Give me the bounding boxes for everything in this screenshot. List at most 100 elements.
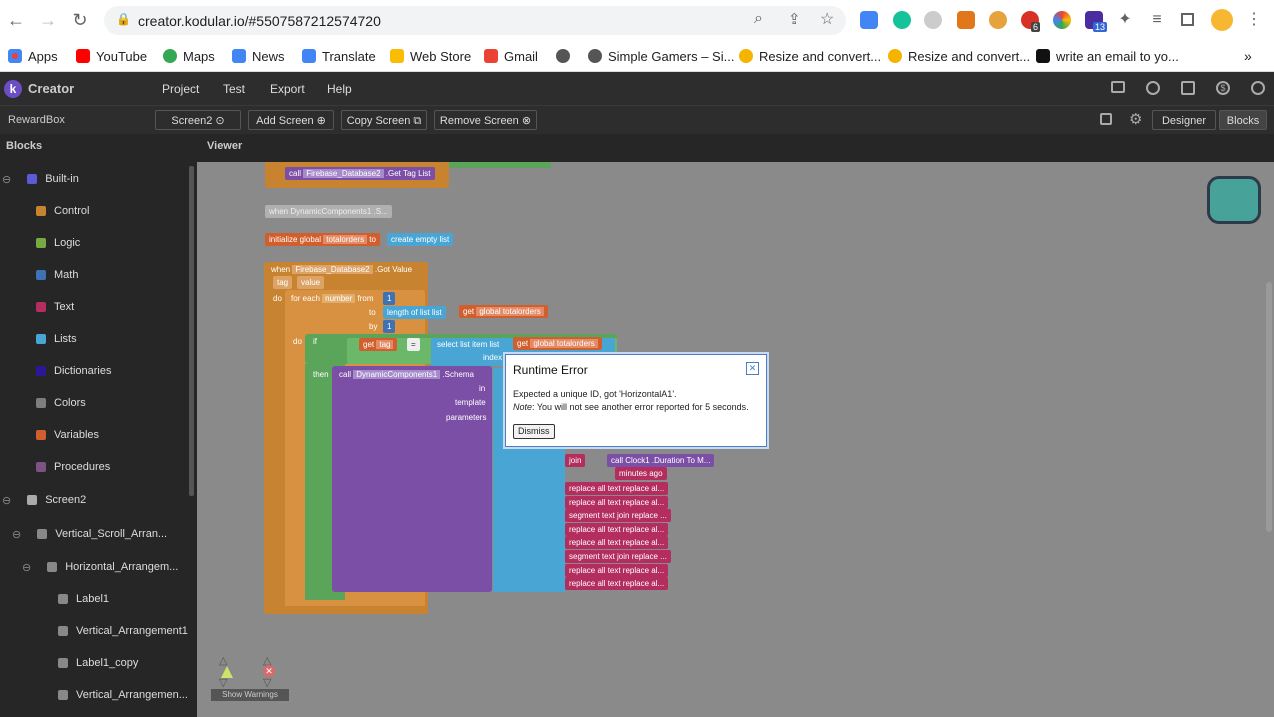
forward-icon[interactable]: → [36, 8, 60, 32]
bookmark-gmail[interactable]: Gmail [484, 46, 538, 66]
tree-item-text[interactable]: Text [36, 298, 74, 316]
eq-operator[interactable]: = [407, 338, 420, 351]
length-of-list-block[interactable]: length of list list [383, 306, 446, 319]
collapse-icon[interactable]: ⊖ [2, 173, 11, 186]
text-operation-block[interactable]: segment text join replace ... [565, 550, 671, 563]
sidepanel-icon[interactable] [1181, 13, 1194, 26]
param-value[interactable]: value [297, 276, 325, 289]
param-tag[interactable]: tag [273, 276, 293, 289]
clock-call-block[interactable]: call Clock1 .Duration To M... [607, 454, 715, 467]
settings-gear-icon[interactable]: ⚙ [1129, 110, 1142, 128]
tree-component[interactable]: Vertical_Arrangemen... [58, 686, 188, 704]
tree-component[interactable]: Vertical_Arrangement1 [58, 622, 188, 640]
join-block[interactable]: join [565, 454, 586, 467]
initialize-global-block[interactable]: initialize global totalorders to [265, 233, 380, 246]
create-empty-list-block[interactable]: create empty list [387, 233, 454, 246]
tree-component[interactable]: Label1_copy [58, 654, 138, 672]
copy-screen-button[interactable]: Copy Screen ⧉ [341, 110, 427, 130]
screen-select[interactable]: Screen2 ⊙ [155, 110, 241, 130]
tree-screen2[interactable]: ⊖ Screen2 [2, 491, 86, 509]
warning-up-icon[interactable]: △ [219, 654, 227, 667]
add-screen-button[interactable]: Add Screen ⊕ [248, 110, 334, 130]
reading-list-icon[interactable]: ≡ [1145, 8, 1169, 32]
tree-item-math[interactable]: Math [36, 266, 78, 284]
dismiss-button[interactable]: Dismiss [513, 424, 555, 439]
zoom-icon[interactable]: ⌕ [754, 10, 763, 28]
palette-icon[interactable] [1146, 81, 1160, 95]
bookmark-email[interactable]: write an email to yo... [1036, 46, 1179, 66]
warning-down-icon[interactable]: ▽ [219, 676, 227, 689]
menu-test[interactable]: Test [223, 82, 245, 96]
error-down-icon[interactable]: ▽ [263, 676, 271, 689]
number-block[interactable]: 1 [383, 320, 396, 333]
disabled-when-block[interactable]: when DynamicComponents1 .S... [265, 205, 392, 218]
text-operation-block[interactable]: replace all text replace al... [565, 495, 669, 509]
collapse-icon[interactable]: ⊖ [2, 494, 11, 507]
tree-item-dictionaries[interactable]: Dictionaries [36, 362, 111, 380]
number-block[interactable]: 1 [383, 292, 396, 305]
account-icon[interactable] [1251, 81, 1265, 95]
tree-component[interactable]: Label1 [58, 590, 109, 608]
show-warnings-button[interactable]: Show Warnings [211, 689, 289, 701]
grammarly-ext-icon[interactable] [893, 11, 911, 29]
back-icon[interactable]: ← [4, 8, 28, 32]
tree-component[interactable]: ⊖ Vertical_Scroll_Arran... [12, 525, 167, 543]
copy-icon[interactable] [1100, 113, 1112, 125]
minutes-ago-text[interactable]: minutes ago [615, 467, 667, 480]
tree-item-colors[interactable]: Colors [36, 394, 86, 412]
bookmark-webstore[interactable]: Web Store [390, 46, 471, 66]
get-global-block[interactable]: get global totalorders [513, 337, 602, 350]
tree-builtin[interactable]: ⊖ Built-in [2, 170, 79, 188]
tree-item-lists[interactable]: Lists [36, 330, 77, 348]
bookmark-translate[interactable]: Translate [302, 46, 376, 66]
tree-component[interactable]: ⊖ Horizontal_Arrangem... [22, 558, 178, 576]
bookmark-globe[interactable] [556, 46, 570, 66]
menu-project[interactable]: Project [162, 82, 199, 96]
folder-icon[interactable] [1111, 81, 1125, 93]
menu-export[interactable]: Export [270, 82, 305, 96]
text-operation-block[interactable]: replace all text replace al... [565, 563, 669, 577]
text-operation-block[interactable]: segment text join replace ... [565, 509, 671, 523]
text-operation-block[interactable]: replace all text replace al... [565, 536, 669, 550]
color-ext-icon[interactable] [1053, 11, 1071, 29]
star-icon[interactable]: ☆ [820, 9, 834, 29]
sidebar-scrollbar[interactable] [189, 166, 194, 496]
reload-icon[interactable]: ↻ [68, 8, 92, 32]
puzzle-icon[interactable]: ✦ [1113, 8, 1137, 32]
kodular-logo[interactable]: k [4, 80, 22, 98]
bookmark-simplegamers[interactable]: Simple Gamers – Si... [588, 46, 734, 66]
translate-ext-icon[interactable] [860, 11, 878, 29]
address-bar[interactable]: 🔒 creator.kodular.io/#5507587212574720 ⌕… [104, 6, 846, 35]
tree-item-variables[interactable]: Variables [36, 426, 99, 444]
menu-kebab-icon[interactable]: ⋮ [1242, 8, 1266, 32]
designer-button[interactable]: Designer [1152, 110, 1216, 130]
bookmark-news[interactable]: News [232, 46, 285, 66]
collapse-icon[interactable]: ⊖ [12, 528, 21, 541]
text-operation-block[interactable]: replace all text replace al... [565, 482, 669, 495]
remove-screen-button[interactable]: Remove Screen ⊗ [434, 110, 537, 130]
text-operation-block[interactable]: replace all text replace al... [565, 577, 669, 591]
get-global-block[interactable]: get global totalorders [459, 305, 548, 318]
share-icon[interactable]: ⇪ [788, 10, 801, 28]
call-get-tag-list-block[interactable]: call Firebase_Database2 .Get Tag List [285, 167, 435, 180]
bookmark-maps[interactable]: Maps [163, 46, 215, 66]
bookmarks-overflow[interactable]: » [1244, 46, 1252, 66]
text-operation-block[interactable]: replace all text replace al... [565, 522, 669, 536]
bookmark-youtube[interactable]: YouTube [76, 46, 147, 66]
profile-avatar[interactable] [1211, 9, 1233, 31]
bookmark-resize-2[interactable]: Resize and convert... [888, 46, 1030, 66]
extension-icon[interactable] [924, 11, 942, 29]
tree-item-logic[interactable]: Logic [36, 234, 80, 252]
backpack-icon[interactable] [1207, 176, 1261, 224]
viewer-scrollbar[interactable] [1266, 282, 1272, 532]
get-tag-block[interactable]: get tag [359, 338, 398, 351]
tree-item-procedures[interactable]: Procedures [36, 458, 110, 476]
metamask-ext-icon[interactable] [957, 11, 975, 29]
collapse-icon[interactable]: ⊖ [22, 561, 31, 574]
menu-help[interactable]: Help [327, 82, 352, 96]
bookmark-resize-1[interactable]: Resize and convert... [739, 46, 881, 66]
blocks-button[interactable]: Blocks [1219, 110, 1267, 130]
dollar-icon[interactable]: $ [1216, 81, 1230, 95]
tree-item-control[interactable]: Control [36, 202, 89, 220]
library-icon[interactable] [1181, 81, 1195, 95]
